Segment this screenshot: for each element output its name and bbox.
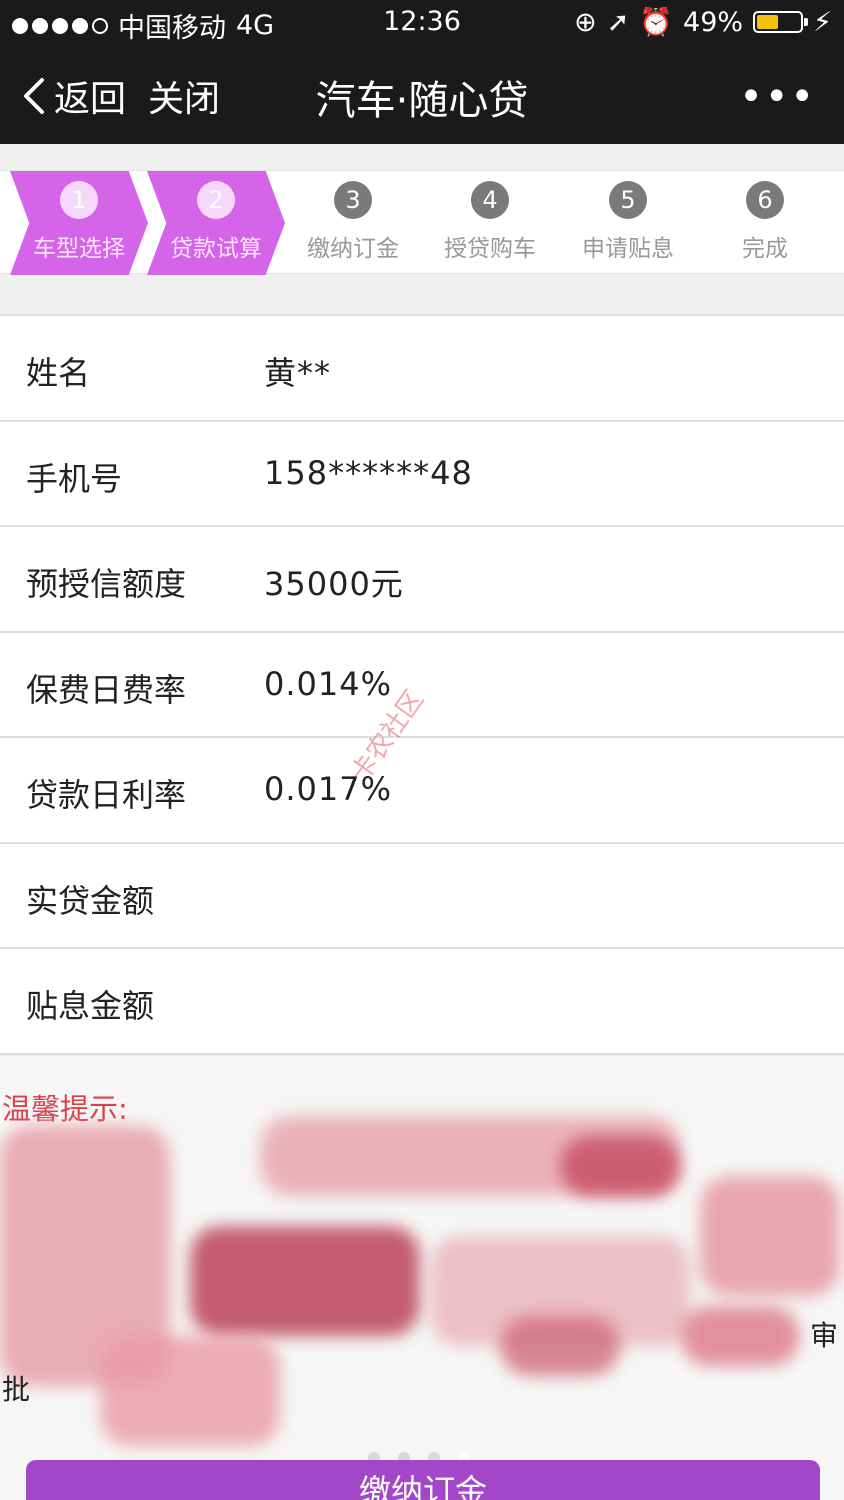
- step-label: 贷款试算: [170, 236, 262, 262]
- charging-icon: ⚡: [813, 6, 832, 38]
- step-3: 3 缴纳订金: [284, 171, 422, 275]
- subsidy-label: 贴息金额: [26, 987, 155, 1025]
- credit-label: 预授信额度: [26, 565, 187, 603]
- redaction-scribble: [560, 1136, 680, 1196]
- notice-fragment-left: 批: [2, 1373, 31, 1406]
- notice-panel: 温馨提示: 批 审: [0, 1056, 844, 1500]
- battery-icon: [753, 11, 809, 33]
- more-menu-button[interactable]: •••: [739, 74, 816, 120]
- battery-percent: 49%: [683, 6, 744, 38]
- step-6: 6 完成: [696, 171, 834, 275]
- notice-fragment-right: 审: [809, 1319, 838, 1352]
- pay-deposit-button[interactable]: 缴纳订金: [26, 1460, 820, 1500]
- actual-loan-row: 实贷金额: [0, 844, 844, 949]
- step-label: 授贷购车: [444, 236, 536, 262]
- battery-fill: [757, 15, 778, 29]
- status-right: ⊕ ➚ ⏰ 49% ⚡: [574, 6, 832, 39]
- redaction-scribble: [190, 1226, 420, 1336]
- insurance-rate-label: 保费日费率: [26, 670, 187, 709]
- step-label: 车型选择: [33, 236, 125, 262]
- step-number: 2: [197, 181, 235, 219]
- loan-rate-label: 贷款日利率: [26, 776, 187, 814]
- alarm-icon: ⏰: [639, 7, 674, 38]
- step-number: 4: [471, 181, 509, 219]
- phone-row: 手机号 158******48: [0, 422, 844, 527]
- phone-label: 手机号: [26, 459, 123, 498]
- step-label: 完成: [742, 236, 788, 262]
- step-number: 5: [609, 181, 647, 219]
- progress-steps: 1 车型选择 2 贷款试算 3 缴纳订金 4 授贷购车 5 申请贴息 6 完成: [0, 170, 844, 275]
- redaction-scribble: [700, 1176, 840, 1296]
- step-number: 3: [334, 181, 372, 219]
- location-icon: ➚: [606, 6, 630, 38]
- nav-bar: 返回 关闭 汽车·随心贷 •••: [0, 48, 844, 144]
- redaction-scribble: [680, 1306, 800, 1366]
- redaction-scribble: [100, 1336, 280, 1446]
- notice-title: 温馨提示:: [2, 1092, 128, 1126]
- step-1: 1 车型选择: [10, 171, 148, 275]
- credit-row: 预授信额度 35000元: [0, 527, 844, 633]
- redaction-scribble: [500, 1316, 620, 1376]
- step-number: 6: [746, 181, 784, 219]
- name-row: 姓名 黄**: [0, 316, 844, 422]
- actual-loan-label: 实贷金额: [26, 881, 155, 920]
- subsidy-row: 贴息金额: [0, 949, 844, 1055]
- step-label: 申请贴息: [582, 236, 674, 262]
- rotation-lock-icon: ⊕: [574, 6, 597, 38]
- phone-value: 158******48: [264, 453, 473, 492]
- step-2: 2 贷款试算: [147, 171, 285, 275]
- status-bar: 中国移动 4G 12:36 ⊕ ➚ ⏰ 49% ⚡: [0, 0, 844, 48]
- step-number: 1: [60, 181, 98, 219]
- name-label: 姓名: [26, 354, 91, 392]
- insurance-rate-value: 0.014%: [264, 664, 393, 703]
- page-title: 汽车·随心贷: [315, 78, 529, 124]
- credit-value: 35000元: [264, 565, 404, 603]
- name-value: 黄**: [264, 354, 332, 392]
- step-label: 缴纳订金: [307, 236, 399, 262]
- step-5: 5 申请贴息: [559, 171, 697, 275]
- step-4: 4 授贷购车: [421, 171, 559, 275]
